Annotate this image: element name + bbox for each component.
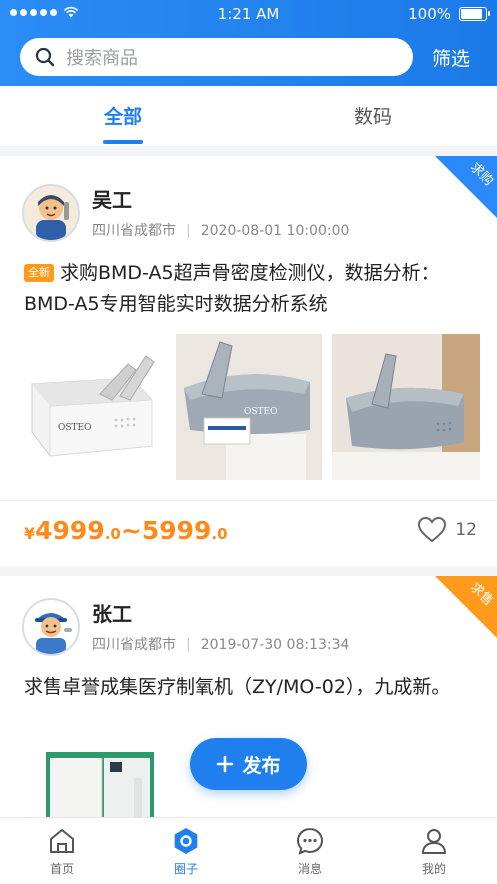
svg-text:OSTEO: OSTEO [244,407,278,417]
message-icon [296,827,324,855]
active-tab-indicator [103,140,143,144]
filter-button[interactable]: 筛选 [432,44,470,71]
status-bar: 1:21 AM 100% [0,0,497,30]
circle-icon [174,828,198,854]
like-button[interactable]: 12 [417,516,477,543]
tab-digital[interactable]: 数码 [308,102,438,129]
post-images: OSTEO OSTEO [20,334,480,480]
user-name: 吴工 [92,188,132,212]
request-sell-corner-badge: 求售 [435,576,497,638]
meta-divider: | [186,637,191,653]
avatar [22,184,80,242]
tab-all[interactable]: 全部 [58,102,188,129]
post-datetime: 2020-08-01 10:00:00 [200,223,350,239]
post-card[interactable]: 吴工 四川省成都市 | 2020-08-01 10:00:00 求购 全新 求购BMD… [0,156,497,566]
request-buy-corner-badge: 求购 [435,156,497,218]
product-image[interactable]: OSTEO [20,334,166,480]
product-image[interactable] [332,334,480,480]
post-title-text: 求购BMD-A5超声骨密度检测仪，数据分析：BMD-A5专用智能实时数据分析系统 [24,262,440,315]
search-bar[interactable] [20,38,413,78]
battery-icon [459,7,490,21]
post-meta: 四川省成都市 | 2019-07-30 08:13:34 [92,634,349,654]
new-badge: 全新 [24,264,54,282]
search-icon [35,47,55,67]
tabbar-item-home[interactable]: 首页 [0,826,124,877]
divider [0,500,497,501]
tabbar-item-messages[interactable]: 消息 [248,826,372,877]
price-range: ¥4999.0~5999.0 [24,516,228,545]
post-title[interactable]: 求售卓誉成集医疗制氧机（ZY/MO-02），九成新。 [24,672,477,703]
publish-label: 发布 [242,754,281,777]
plus-icon [217,755,234,773]
heart-icon [418,516,447,543]
svg-text:OSTEO: OSTEO [58,423,92,433]
category-tabs: 全部 数码 [0,86,497,146]
like-count: 12 [455,519,477,540]
meta-divider: | [186,223,191,239]
post-meta: 四川省成都市 | 2020-08-01 10:00:00 [92,220,349,240]
publish-button[interactable]: 发布 [190,738,307,790]
search-input[interactable] [64,38,398,78]
bottom-tab-bar: 首页 圈子 消息 我的 [0,817,497,884]
avatar [22,598,80,656]
post-title[interactable]: 全新 求购BMD-A5超声骨密度检测仪，数据分析：BMD-A5专用智能实时数据分析… [24,258,477,320]
card-gap [0,566,497,576]
user-name: 张工 [92,602,132,626]
post-location: 四川省成都市 [92,637,176,653]
home-icon [50,829,74,853]
tabbar-item-profile[interactable]: 我的 [372,826,496,877]
profile-icon [422,829,446,854]
product-image[interactable] [46,748,154,817]
product-image[interactable]: OSTEO [176,334,322,480]
post-datetime: 2019-07-30 08:13:34 [200,637,350,653]
post-location: 四川省成都市 [92,223,176,239]
battery-percent: 100% [408,5,451,23]
tabbar-item-circle[interactable]: 圈子 [124,826,248,877]
app-header: 1:21 AM 100% 筛选 [0,0,497,86]
